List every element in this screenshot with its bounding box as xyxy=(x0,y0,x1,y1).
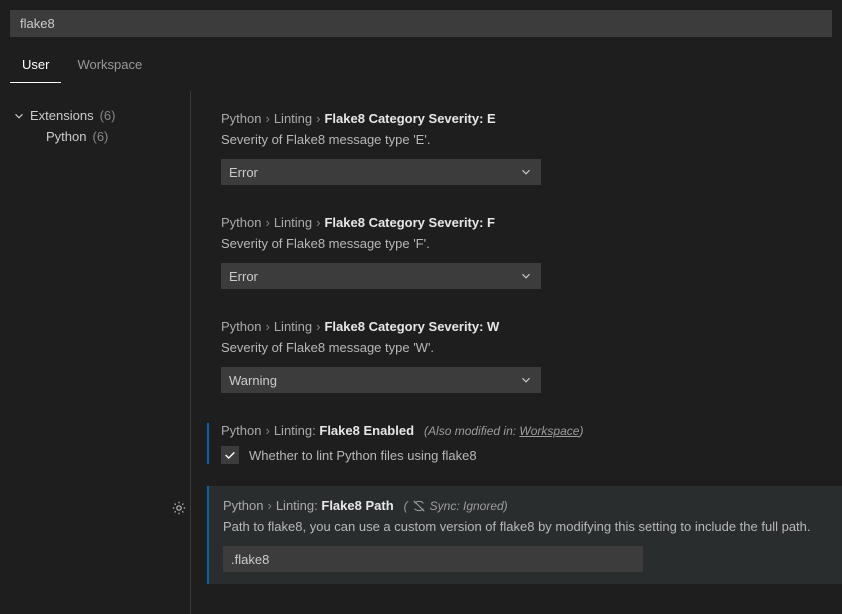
severity-e-select[interactable]: Error xyxy=(221,159,541,185)
tab-user[interactable]: User xyxy=(10,51,61,83)
setting-title: Python›Linting›Flake8 Category Severity:… xyxy=(221,215,832,230)
breadcrumb-sep: › xyxy=(316,319,320,334)
setting-flake8-enabled: Python›Linting: Flake8 Enabled (Also mod… xyxy=(221,423,832,464)
setting-flake8-severity-f: Python›Linting›Flake8 Category Severity:… xyxy=(221,215,832,289)
search-value: flake8 xyxy=(20,16,55,31)
chevron-down-icon xyxy=(519,165,533,179)
breadcrumb-sep: › xyxy=(267,498,271,513)
chevron-down-icon xyxy=(519,373,533,387)
setting-title: Python›Linting: Flake8 Enabled xyxy=(221,423,414,438)
breadcrumb-sep: › xyxy=(265,215,269,230)
select-value: Error xyxy=(229,165,258,180)
sync-ignored-icon xyxy=(412,499,426,513)
also-modified-hint: (Also modified in: Workspace) xyxy=(424,424,583,438)
breadcrumb-sep: › xyxy=(265,111,269,126)
breadcrumb-sep: › xyxy=(316,111,320,126)
gear-icon xyxy=(171,500,187,516)
check-icon xyxy=(223,448,237,462)
settings-list: Python›Linting›Flake8 Category Severity:… xyxy=(190,91,842,614)
setting-description: Severity of Flake8 message type 'E'. xyxy=(221,132,832,147)
flake8-enabled-checkbox[interactable] xyxy=(221,446,239,464)
setting-title: Python›Linting›Flake8 Category Severity:… xyxy=(221,111,832,126)
severity-f-select[interactable]: Error xyxy=(221,263,541,289)
toc-python[interactable]: Python (6) xyxy=(12,126,182,147)
select-value: Error xyxy=(229,269,258,284)
settings-toc: Extensions (6) Python (6) xyxy=(0,91,190,614)
select-value: Warning xyxy=(229,373,277,388)
toc-python-label: Python xyxy=(46,129,86,144)
setting-flake8-severity-e: Python›Linting›Flake8 Category Severity:… xyxy=(221,111,832,185)
breadcrumb-sep: › xyxy=(265,423,269,438)
flake8-path-input[interactable]: .flake8 xyxy=(223,546,643,572)
setting-flake8-path: Python›Linting: Flake8 Path ( Sync: Igno… xyxy=(207,486,842,584)
tab-workspace[interactable]: Workspace xyxy=(65,51,154,83)
settings-body: Extensions (6) Python (6) Python›Linting… xyxy=(0,83,842,614)
settings-scope-tabs: User Workspace xyxy=(0,37,842,83)
severity-w-select[interactable]: Warning xyxy=(221,367,541,393)
setting-gear-button[interactable] xyxy=(169,498,189,518)
settings-search-input[interactable]: flake8 xyxy=(10,10,832,37)
setting-description: Path to flake8, you can use a custom ver… xyxy=(223,519,830,534)
toc-python-count: (6) xyxy=(92,129,108,144)
setting-description: Whether to lint Python files using flake… xyxy=(249,448,477,463)
toc-extensions[interactable]: Extensions (6) xyxy=(12,105,182,126)
breadcrumb-sep: › xyxy=(316,215,320,230)
chevron-down-icon xyxy=(519,269,533,283)
breadcrumb-sep: › xyxy=(265,319,269,334)
toc-extensions-count: (6) xyxy=(100,108,116,123)
chevron-down-icon xyxy=(12,109,26,123)
also-modified-workspace-link[interactable]: Workspace xyxy=(519,424,579,438)
toc-extensions-label: Extensions xyxy=(30,108,94,123)
sync-ignored-hint: ( Sync: Ignored) xyxy=(404,499,508,513)
setting-description: Severity of Flake8 message type 'F'. xyxy=(221,236,832,251)
setting-title: Python›Linting›Flake8 Category Severity:… xyxy=(221,319,832,334)
input-value: .flake8 xyxy=(231,552,269,567)
setting-title: Python›Linting: Flake8 Path xyxy=(223,498,394,513)
setting-description: Severity of Flake8 message type 'W'. xyxy=(221,340,832,355)
setting-flake8-severity-w: Python›Linting›Flake8 Category Severity:… xyxy=(221,319,832,393)
